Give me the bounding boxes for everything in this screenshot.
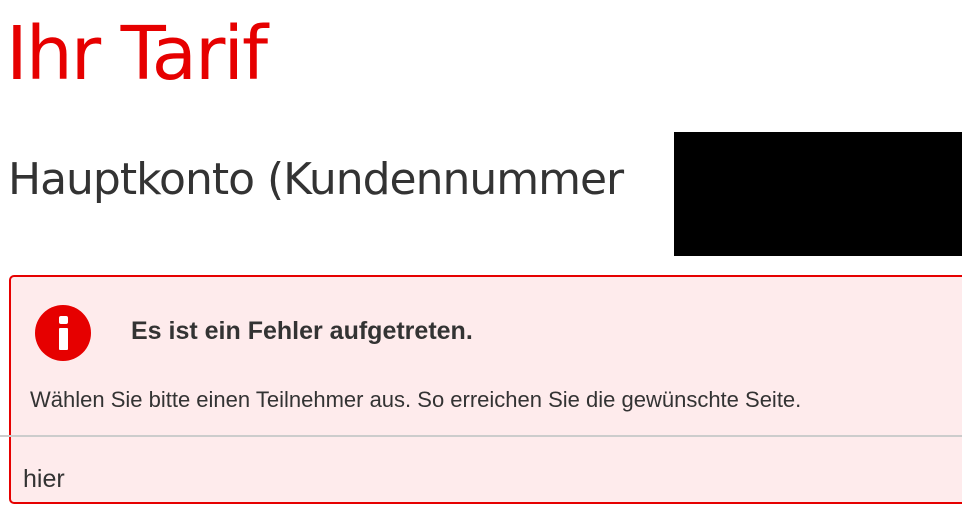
info-icon-dot: [59, 316, 68, 324]
account-heading: Hauptkonto (Kundennummer: [8, 154, 624, 205]
alert-link-hier[interactable]: hier: [23, 463, 65, 495]
page: Ihr Tarif Hauptkonto (Kundennummer Es is…: [0, 0, 962, 514]
alert-heading: Es ist ein Fehler aufgetreten.: [131, 317, 473, 345]
redacted-customer-number: [674, 132, 962, 256]
error-alert: Es ist ein Fehler aufgetreten. Wählen Si…: [0, 275, 962, 504]
info-icon-bar: [59, 328, 68, 350]
alert-divider: [0, 435, 962, 437]
info-alert-icon: [35, 305, 91, 361]
page-title: Ihr Tarif: [6, 11, 268, 97]
alert-message: Wählen Sie bitte einen Teilnehmer aus. S…: [30, 387, 802, 412]
